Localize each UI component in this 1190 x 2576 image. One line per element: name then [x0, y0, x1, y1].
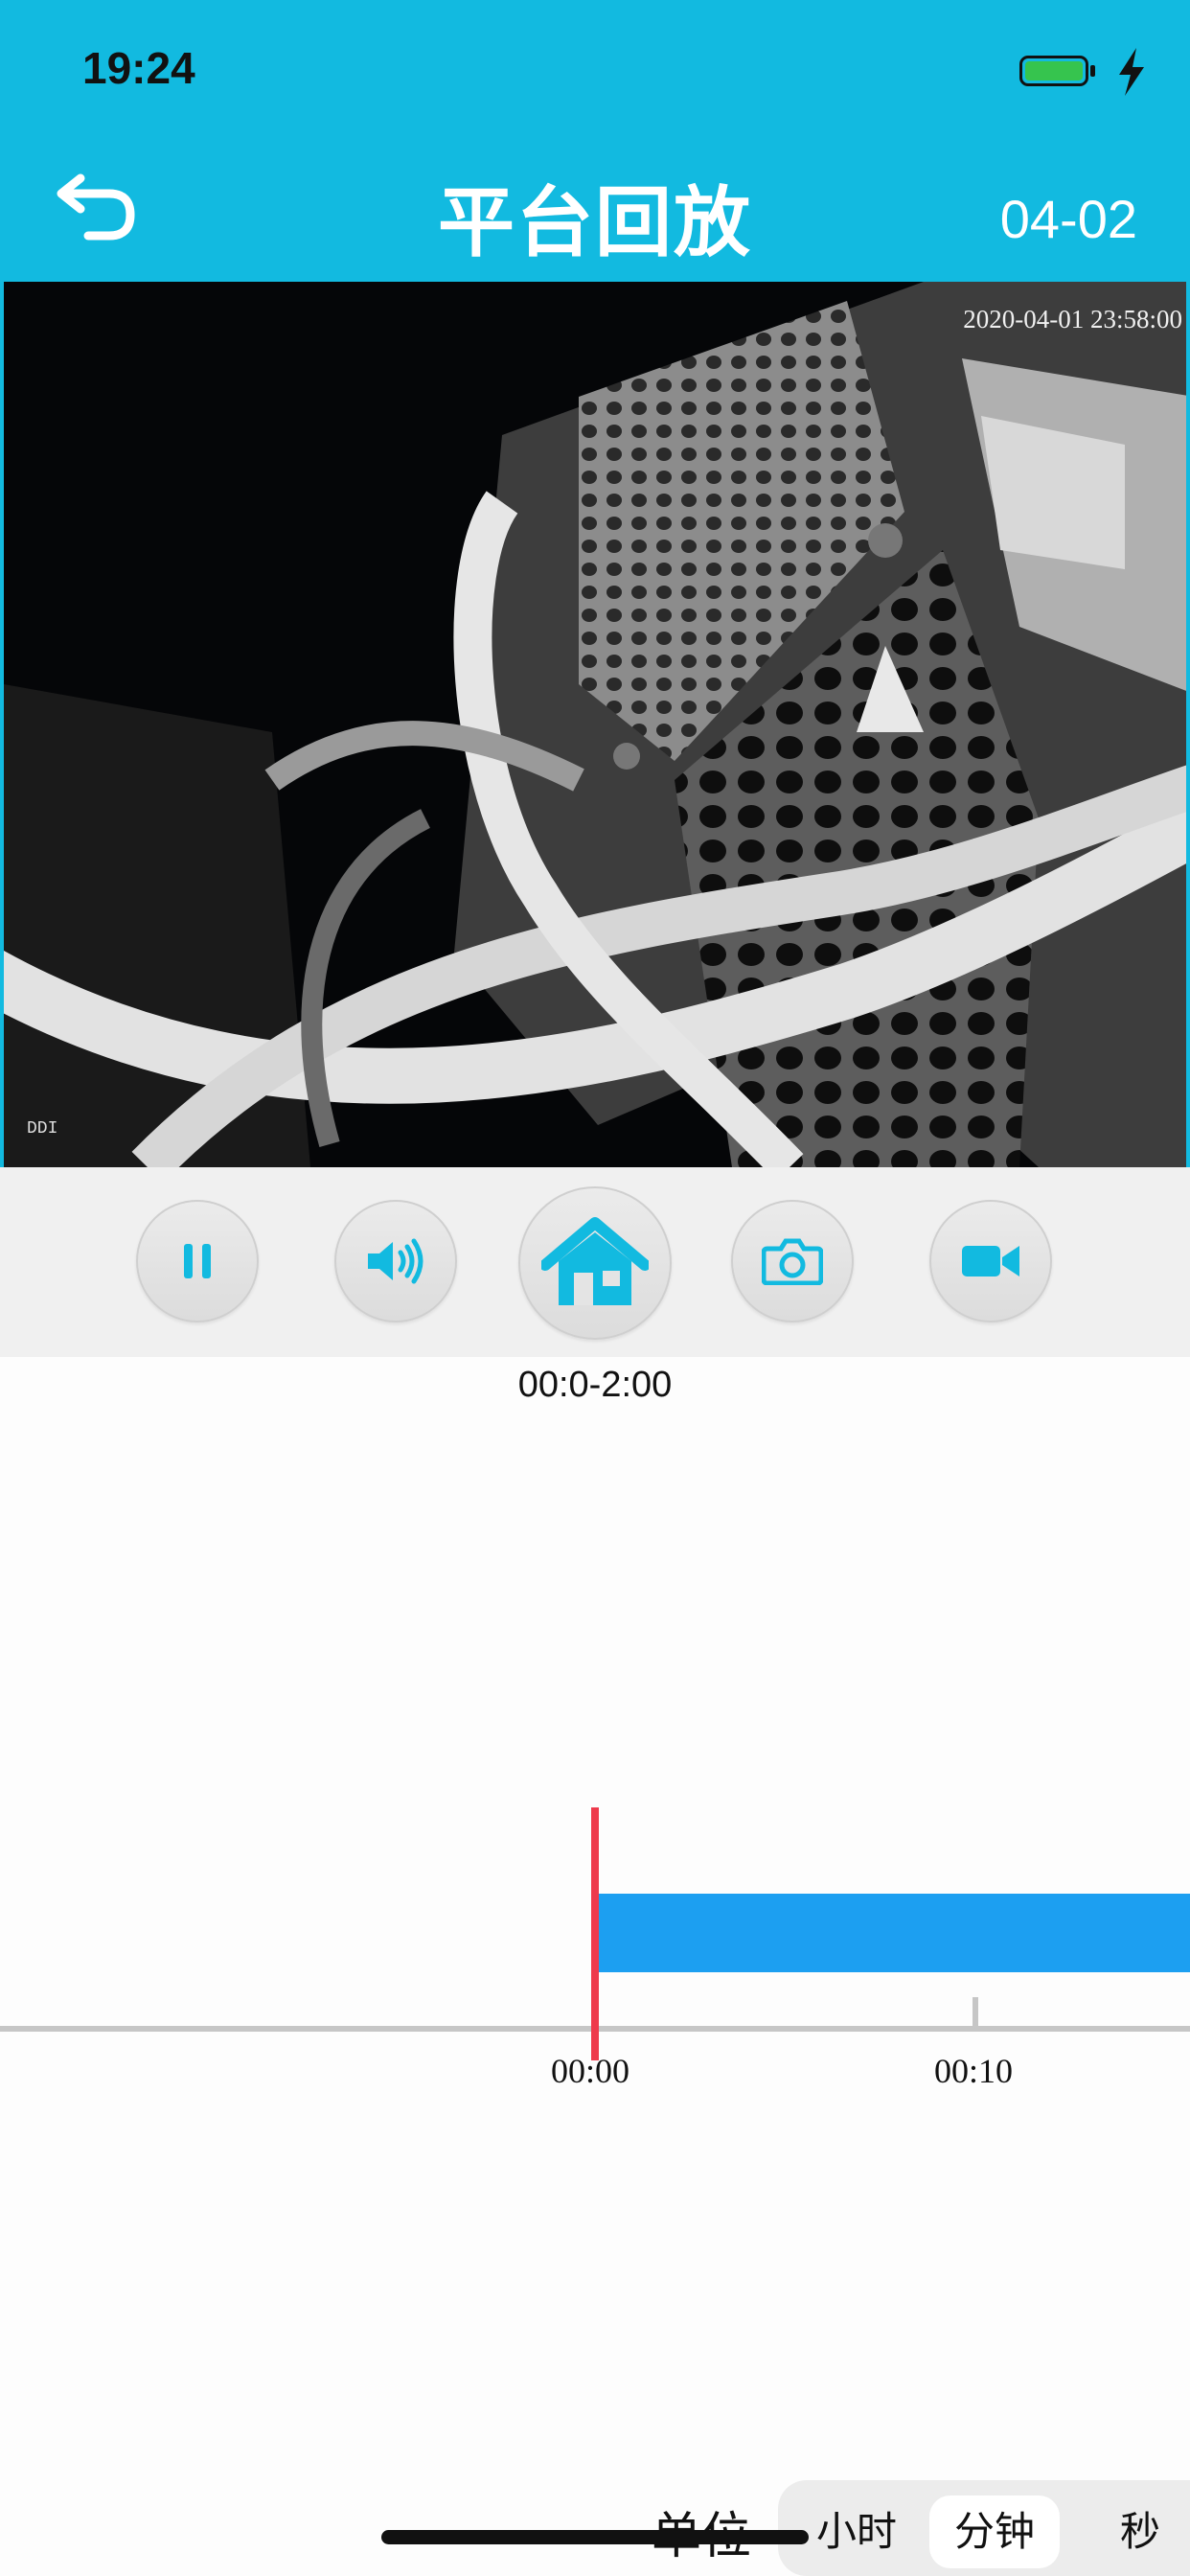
camera-icon — [762, 1238, 823, 1285]
unit-option-second[interactable]: 秒 — [1102, 2496, 1179, 2568]
record-button[interactable] — [929, 1200, 1052, 1322]
timeline-tick — [973, 1997, 978, 2028]
unit-option-minute[interactable]: 分钟 — [929, 2496, 1060, 2568]
home-button[interactable] — [518, 1186, 672, 1340]
video-camera-icon — [962, 1246, 1019, 1276]
app-header: 19:24 平台回放 04-02 — [0, 0, 1190, 282]
home-icon — [541, 1217, 649, 1305]
video-osd-mark: DDI — [27, 1119, 58, 1138]
battery-icon — [1019, 56, 1088, 86]
snapshot-button[interactable] — [731, 1200, 854, 1322]
video-frame — [4, 282, 1186, 1167]
charging-icon — [1119, 48, 1144, 96]
time-range-label: 00:0-2:00 — [517, 1365, 673, 1405]
date-selector[interactable]: 04-02 — [1000, 188, 1137, 250]
playhead-cursor[interactable] — [591, 1807, 599, 2060]
speaker-icon — [368, 1238, 423, 1284]
battery-cap — [1090, 65, 1095, 77]
tick-label-1: 00:10 — [934, 2052, 1014, 2090]
recording-segment[interactable] — [596, 1894, 1190, 1972]
playback-controls — [0, 1167, 1190, 1357]
volume-button[interactable] — [334, 1200, 457, 1322]
status-time: 19:24 — [82, 43, 195, 93]
pause-button[interactable] — [136, 1200, 259, 1322]
tick-label-0: 00:00 — [551, 2052, 630, 2090]
home-indicator — [381, 2530, 809, 2544]
video-timestamp: 2020-04-01 23:58:00 — [963, 305, 1182, 334]
unit-option-hour[interactable]: 小时 — [803, 2496, 910, 2568]
video-player[interactable]: 2020-04-01 23:58:00 DDI — [0, 282, 1190, 1167]
pause-icon — [184, 1244, 211, 1278]
